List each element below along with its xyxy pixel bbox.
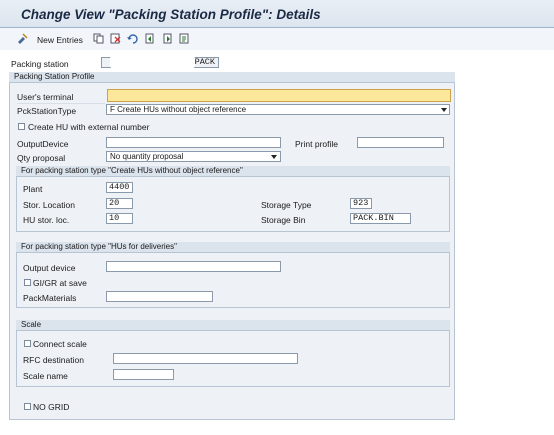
- copy-icon[interactable]: [93, 33, 104, 44]
- plant-label: Plant: [23, 184, 43, 194]
- pck-station-type-value: F Create HUs without object reference: [110, 105, 247, 114]
- chevron-down-icon[interactable]: [441, 108, 447, 112]
- print-profile-input[interactable]: [357, 137, 444, 148]
- scale-frame-title: Scale: [16, 320, 450, 331]
- create-hu-external-label: Create HU with external number: [28, 122, 150, 132]
- qty-proposal-dropdown[interactable]: No quantity proposal: [106, 151, 281, 162]
- application-toolbar: [0, 28, 554, 50]
- profile-frame-title: Packing Station Profile: [9, 72, 455, 83]
- output-device-input[interactable]: [106, 137, 281, 148]
- output-device-deliveries-label: Output device: [23, 263, 76, 273]
- users-terminal-input[interactable]: [107, 89, 451, 102]
- storage-type-input[interactable]: 923: [350, 198, 372, 209]
- output-device-label: OutputDevice: [17, 139, 69, 149]
- print-profile-label: Print profile: [295, 139, 338, 149]
- stor-location-label: Stor. Location: [23, 200, 75, 210]
- create-hu-external-checkbox[interactable]: [18, 123, 25, 130]
- gigr-at-save-label: GI/GR at save: [33, 278, 87, 288]
- chevron-down-icon[interactable]: [271, 155, 277, 159]
- packing-station-value: PACK: [194, 57, 215, 67]
- gigr-at-save-checkbox[interactable]: [24, 279, 31, 286]
- display-change-icon[interactable]: [17, 33, 28, 44]
- rfc-destination-label: RFC destination: [23, 355, 84, 365]
- hus-for-deliveries-frame-title: For packing station type "HUs for delive…: [16, 242, 450, 253]
- storage-bin-input[interactable]: PACK.BIN: [350, 213, 411, 224]
- delete-icon[interactable]: [110, 33, 121, 44]
- packing-station-label: Packing station: [11, 59, 69, 69]
- undo-icon[interactable]: [127, 33, 138, 44]
- pack-materials-input[interactable]: [106, 291, 213, 302]
- label-underline: [17, 103, 105, 104]
- select-all-icon[interactable]: [179, 33, 190, 44]
- create-hus-frame-title: For packing station type "Create HUs wit…: [16, 166, 450, 177]
- plant-input[interactable]: 4400: [106, 182, 133, 193]
- previous-entry-icon[interactable]: [144, 33, 155, 44]
- no-grid-checkbox[interactable]: [24, 403, 31, 410]
- hu-stor-loc-label: HU stor. loc.: [23, 215, 70, 225]
- scale-name-input[interactable]: [113, 369, 174, 380]
- scale-name-label: Scale name: [23, 371, 68, 381]
- stor-location-input[interactable]: 20: [106, 198, 133, 209]
- qty-proposal-value: No quantity proposal: [110, 152, 184, 161]
- rfc-destination-input[interactable]: [113, 353, 298, 364]
- page-title: Change View "Packing Station Profile": D…: [21, 7, 321, 22]
- new-entries-button[interactable]: New Entries: [37, 35, 83, 45]
- connect-scale-checkbox[interactable]: [24, 340, 31, 347]
- next-entry-icon[interactable]: [162, 33, 173, 44]
- pck-station-type-dropdown[interactable]: F Create HUs without object reference: [106, 104, 450, 115]
- redaction-mark: [110, 55, 195, 69]
- pack-materials-label: PackMaterials: [23, 293, 77, 303]
- connect-scale-label: Connect scale: [33, 339, 87, 349]
- output-device-deliveries-input[interactable]: [106, 261, 281, 272]
- no-grid-label: NO GRID: [33, 402, 70, 412]
- hu-stor-loc-input[interactable]: 10: [106, 213, 133, 224]
- pck-station-type-label: PckStationType: [17, 106, 77, 116]
- storage-bin-label: Storage Bin: [261, 215, 306, 225]
- users-terminal-label: User's terminal: [17, 92, 74, 102]
- storage-type-label: Storage Type: [261, 200, 312, 210]
- qty-proposal-label: Qty proposal: [17, 153, 66, 163]
